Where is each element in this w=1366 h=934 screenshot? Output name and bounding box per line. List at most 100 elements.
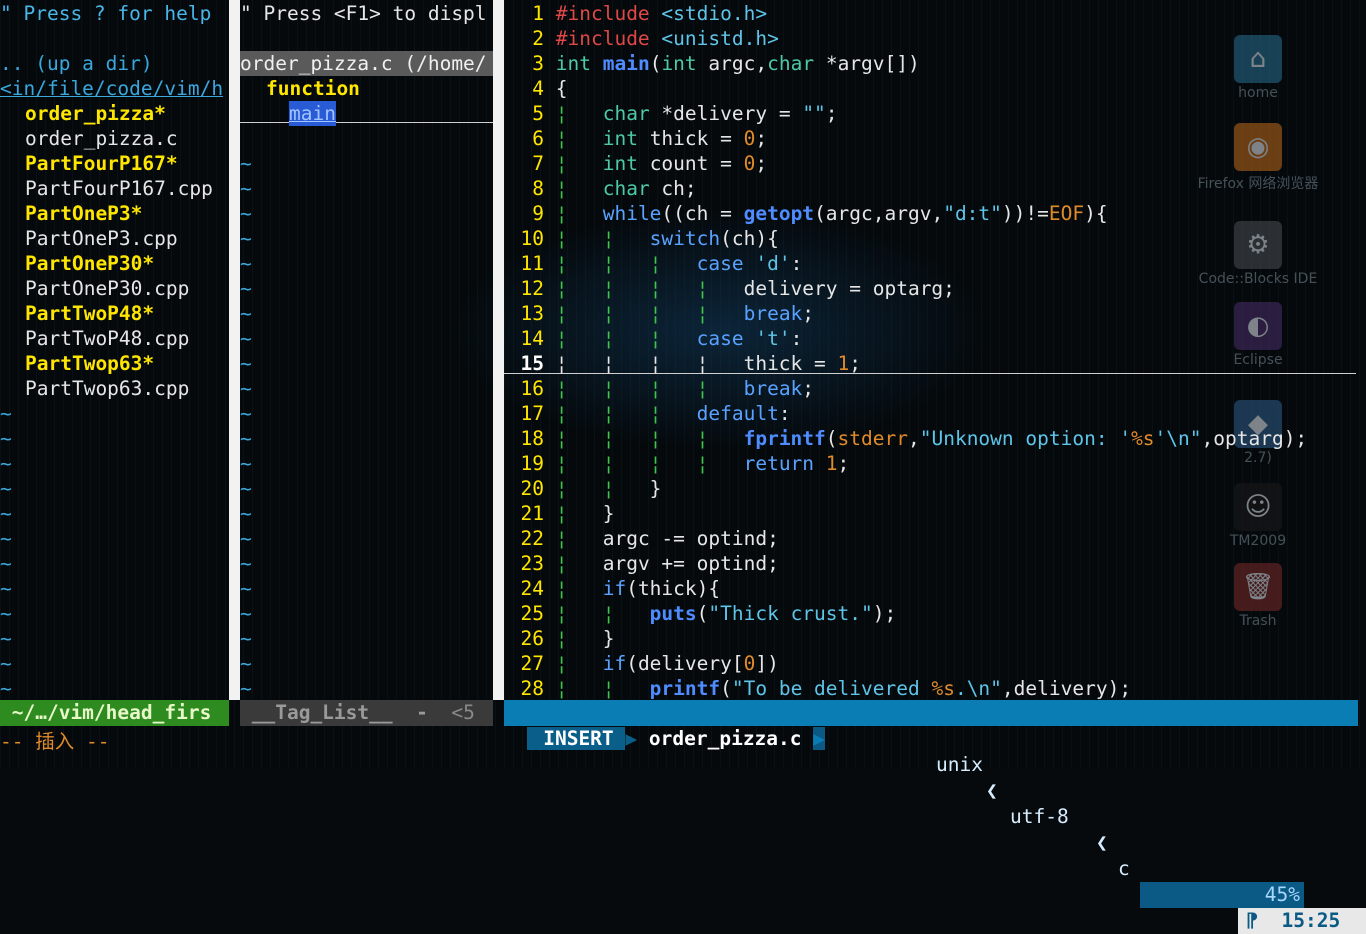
empty-line-tilde: ~ <box>240 452 252 475</box>
line-number: 24 <box>520 577 544 600</box>
code-line[interactable]: 19 ¦ ¦ ¦ ¦ return 1; <box>504 451 850 476</box>
code-token: ((ch = <box>661 202 744 225</box>
code-line[interactable]: 13 ¦ ¦ ¦ ¦ break; <box>504 301 815 326</box>
code-token: argc -= optind; <box>602 527 779 550</box>
code-line[interactable]: 20 ¦ ¦ } <box>504 476 662 501</box>
code-token: if <box>602 652 627 675</box>
code-token: case <box>696 252 756 275</box>
code-line[interactable]: 8 ¦ char ch; <box>504 176 696 201</box>
window-separator[interactable] <box>493 0 504 700</box>
code-token: ]) <box>755 652 779 675</box>
code-line[interactable]: 24 ¦ if(thick){ <box>504 576 721 601</box>
taglist-file[interactable]: order_pizza.c (/home/ <box>240 51 493 76</box>
code-token: ¦ ¦ ¦ <box>555 327 697 350</box>
line-number: 2 <box>532 27 544 50</box>
empty-line-tilde: ~ <box>0 477 12 500</box>
code-line[interactable]: 2 #include <unistd.h> <box>504 26 779 51</box>
taglist-kind-function[interactable]: function <box>266 76 360 101</box>
code-token: ; <box>755 127 768 150</box>
nerdtree-pane[interactable]: " Press ? for help .. (up a dir) <in/fil… <box>0 0 229 700</box>
line-number: 1 <box>532 2 544 25</box>
code-line[interactable]: 18 ¦ ¦ ¦ ¦ fprintf(stderr,"Unknown optio… <box>504 426 1308 451</box>
code-token: (delivery[ <box>626 652 744 675</box>
code-line[interactable]: 12 ¦ ¦ ¦ ¦ delivery = optarg; <box>504 276 955 301</box>
code-token: delivery = optarg; <box>743 277 955 300</box>
code-line[interactable]: 9 ¦ while((ch = getopt(argc,argv,"d:t"))… <box>504 201 1107 226</box>
code-token: fprintf <box>743 427 826 450</box>
line-number: 21 <box>520 502 544 525</box>
code-line[interactable]: 28 ¦ ¦ printf("To be delivered %s.\n",de… <box>504 676 1132 700</box>
code-line[interactable]: 10 ¦ ¦ switch(ch){ <box>504 226 779 251</box>
code-token: argv += optind; <box>602 552 779 575</box>
empty-line-tilde: ~ <box>0 552 12 575</box>
empty-line-tilde: ~ <box>240 377 252 400</box>
empty-line-tilde: ~ <box>240 627 252 650</box>
code-token: char <box>602 102 650 125</box>
file-entry[interactable]: PartTwoP48* <box>25 301 154 326</box>
line-number: 6 <box>532 127 544 150</box>
code-token: } <box>602 627 615 650</box>
code-line[interactable]: 3 int main(int argc,char *argv[]) <box>504 51 920 76</box>
file-entry[interactable]: PartTwop63.cpp <box>25 376 189 401</box>
code-line[interactable]: 6 ¦ int thick = 0; <box>504 126 767 151</box>
empty-line-tilde: ~ <box>240 227 252 250</box>
code-token: "Thick crust." <box>708 602 873 625</box>
file-entry[interactable]: order_pizza.c <box>25 126 178 151</box>
code-token: ¦ <box>555 652 603 675</box>
file-entry[interactable]: PartFourP167.cpp <box>25 176 213 201</box>
code-token: ¦ ¦ <box>555 477 650 500</box>
file-entry[interactable]: PartFourP167* <box>25 151 178 176</box>
code-token: ¦ <box>555 577 603 600</box>
code-token: { <box>555 77 568 100</box>
window-separator[interactable] <box>229 0 240 700</box>
code-line[interactable]: 27 ¦ if(delivery[0]) <box>504 651 779 676</box>
empty-line-tilde: ~ <box>240 677 252 700</box>
code-token: .\n" <box>954 677 1002 700</box>
nerdtree-cwd[interactable]: <in/file/code/vim/h <box>0 76 223 101</box>
code-line[interactable]: 25 ¦ ¦ puts("Thick crust."); <box>504 601 897 626</box>
code-line[interactable]: 21 ¦ } <box>504 501 615 526</box>
code-line[interactable]: 17 ¦ ¦ ¦ default: <box>504 401 791 426</box>
taglist-tag-main[interactable]: main <box>289 101 336 126</box>
taglist-pane[interactable]: " Press <F1> to displ order_pizza.c (/ho… <box>240 0 493 700</box>
file-entry[interactable]: PartOneP30* <box>25 251 154 276</box>
code-token: "d:t" <box>943 202 1002 225</box>
editor-pane[interactable]: 1 #include <stdio.h> 2 #include <unistd.h… <box>504 0 1366 700</box>
taglist-cursorline <box>240 101 493 123</box>
code-token: ; <box>849 352 862 375</box>
empty-line-tilde: ~ <box>240 652 252 675</box>
file-entry[interactable]: order_pizza* <box>25 101 166 126</box>
code-token: 1 <box>837 352 850 375</box>
code-line[interactable]: 26 ¦ } <box>504 626 615 651</box>
code-line[interactable]: 22 ¦ argc -= optind; <box>504 526 779 551</box>
line-number: 22 <box>520 527 544 550</box>
file-entry[interactable]: PartOneP3.cpp <box>25 226 178 251</box>
empty-line-tilde: ~ <box>240 352 252 375</box>
code-line[interactable]: 7 ¦ int count = 0; <box>504 151 767 176</box>
status-percent: 45% <box>1140 882 1304 908</box>
file-entry[interactable]: PartOneP3* <box>25 201 142 226</box>
code-line[interactable]: 1 #include <stdio.h> <box>504 1 767 26</box>
code-line[interactable]: 23 ¦ argv += optind; <box>504 551 779 576</box>
line-number: 5 <box>532 102 544 125</box>
file-entry[interactable]: PartTwop63* <box>25 351 154 376</box>
empty-line-tilde: ~ <box>240 252 252 275</box>
line-number: 9 <box>532 202 544 225</box>
code-line[interactable]: 11 ¦ ¦ ¦ case 'd': <box>504 251 803 276</box>
status-fileformat: unix <box>936 753 983 776</box>
code-token: 0 <box>743 652 756 675</box>
code-token: ( <box>720 677 732 700</box>
code-token: (argc,argv, <box>814 202 944 225</box>
code-token: switch <box>649 227 721 250</box>
code-line[interactable]: 15 ¦ ¦ ¦ ¦ thick = 1; <box>504 351 1356 375</box>
status-position: 15:25 <box>1281 909 1341 932</box>
code-line[interactable]: 4 { <box>504 76 568 101</box>
nerdtree-up-dir[interactable]: .. (up a dir) <box>0 51 153 76</box>
code-line[interactable]: 5 ¦ char *delivery = ""; <box>504 101 837 126</box>
code-line[interactable]: 16 ¦ ¦ ¦ ¦ break; <box>504 376 815 401</box>
file-entry[interactable]: PartOneP30.cpp <box>25 276 189 301</box>
empty-line-tilde: ~ <box>0 452 12 475</box>
file-entry[interactable]: PartTwoP48.cpp <box>25 326 189 351</box>
code-token: ¦ ¦ ¦ <box>555 252 697 275</box>
code-line[interactable]: 14 ¦ ¦ ¦ case 't': <box>504 326 803 351</box>
